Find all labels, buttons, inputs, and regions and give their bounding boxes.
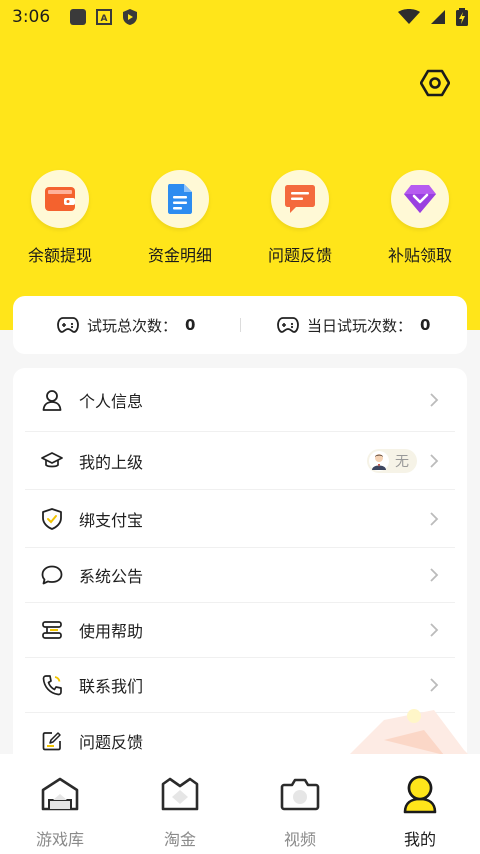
document-icon	[168, 184, 192, 214]
bottom-nav: 游戏库 淘金 视频 我的	[0, 754, 480, 854]
wallet-icon	[45, 187, 75, 211]
quick-action-feedback[interactable]: 问题反馈	[240, 170, 360, 270]
chevron-right-icon	[430, 623, 439, 637]
phone-icon	[42, 675, 62, 696]
notification-app-icon	[70, 9, 87, 25]
menu-item-help[interactable]: 使用帮助	[25, 603, 455, 658]
settings-button[interactable]	[418, 66, 452, 100]
help-icon	[42, 621, 62, 639]
stat-today: 当日试玩次数： 0	[241, 315, 468, 336]
gold-icon	[161, 777, 199, 811]
chevron-right-icon	[430, 511, 439, 526]
menu-item-bind-alipay[interactable]: 绑支付宝	[25, 490, 455, 548]
status-time: 3:06	[12, 7, 51, 27]
quick-action-fund-details[interactable]: 资金明细	[120, 170, 240, 270]
nav-tab-game-library[interactable]: 游戏库	[0, 754, 120, 854]
chevron-right-icon	[430, 392, 439, 407]
play-protect-icon	[123, 9, 138, 25]
stats-card: 试玩总次数： 0 当日试玩次数： 0	[13, 296, 467, 354]
chat-icon	[285, 185, 315, 213]
camera-icon	[280, 778, 320, 811]
gamepad-icon	[57, 317, 79, 333]
chevron-right-icon	[430, 568, 439, 582]
quick-action-subsidy[interactable]: 补贴领取	[360, 170, 480, 270]
wifi-icon	[398, 9, 420, 24]
status-bar: 3:06 A	[0, 0, 480, 34]
quick-action-withdraw[interactable]: 余额提现	[0, 170, 120, 270]
font-app-icon: A	[96, 9, 113, 25]
stat-total: 试玩总次数： 0	[13, 315, 240, 336]
signal-icon	[431, 10, 445, 24]
profile-screen: 3:06 A 余额提现 资金明细 问题反馈 补贴领取 试玩总次数： 0 当日试玩…	[0, 0, 480, 854]
avatar-person-icon	[372, 453, 386, 470]
speech-bubble-icon	[41, 565, 63, 585]
menu-item-personal-info[interactable]: 个人信息	[25, 368, 455, 432]
person-icon	[403, 775, 437, 814]
decorative-illustration	[344, 709, 474, 760]
user-icon	[42, 389, 62, 411]
nav-tab-mine[interactable]: 我的	[360, 754, 480, 854]
menu-item-announcements[interactable]: 系统公告	[25, 548, 455, 603]
house-icon	[41, 777, 79, 811]
superior-badge: 无	[367, 448, 417, 473]
menu-item-superior[interactable]: 我的上级 无	[25, 432, 455, 490]
svg-text:A: A	[101, 14, 108, 24]
chevron-right-icon	[430, 453, 439, 468]
shield-icon	[42, 507, 62, 530]
chevron-right-icon	[430, 678, 439, 692]
graduation-cap-icon	[41, 451, 63, 467]
header-background	[0, 0, 480, 330]
avatar	[369, 450, 389, 471]
diamond-icon	[404, 185, 436, 213]
gamepad-icon	[277, 317, 299, 333]
battery-icon	[456, 8, 468, 26]
gear-icon	[420, 69, 450, 97]
nav-tab-video[interactable]: 视频	[240, 754, 360, 854]
nav-tab-gold[interactable]: 淘金	[120, 754, 240, 854]
feedback-icon	[42, 731, 61, 750]
quick-actions: 余额提现 资金明细 问题反馈 补贴领取	[0, 170, 480, 270]
